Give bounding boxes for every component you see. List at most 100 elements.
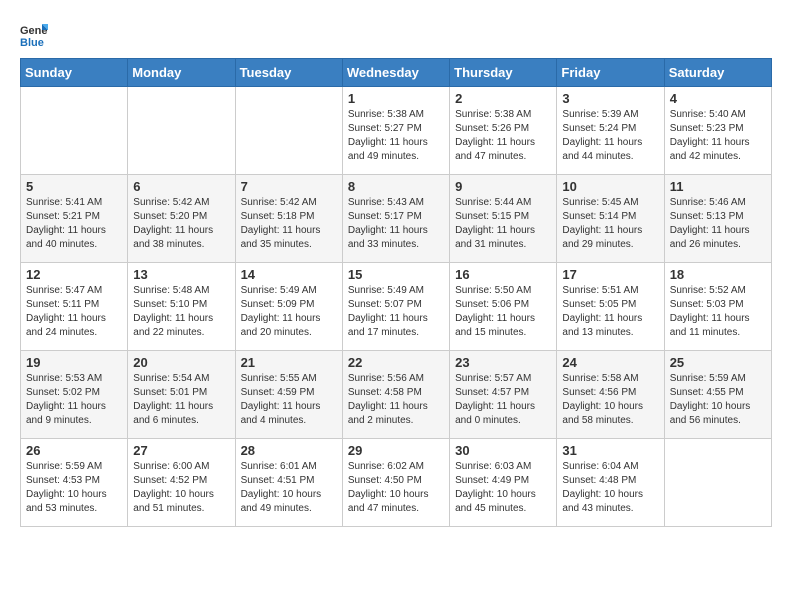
cell-content: Sunrise: 5:44 AM Sunset: 5:15 PM Dayligh…: [455, 196, 551, 252]
calendar-row-2: 12 Sunrise: 5:47 AM Sunset: 5:11 PM Dayli…: [21, 263, 772, 351]
cell-content: Sunrise: 5:38 AM Sunset: 5:26 PM Dayligh…: [455, 108, 551, 164]
cell-content: Sunrise: 6:02 AM Sunset: 4:50 PM Dayligh…: [348, 460, 444, 516]
calendar-cell: 5Sunrise: 5:41 AM Sunset: 5:21 PM Daylig…: [21, 175, 128, 263]
day-number: 20: [133, 355, 229, 370]
calendar-row-3: 19Sunrise: 5:53 AM Sunset: 5:02 PM Dayli…: [21, 351, 772, 439]
calendar-cell: 15Sunrise: 5:49 AM Sunset: 5:07 PM Dayli…: [342, 263, 449, 351]
day-number: 22: [348, 355, 444, 370]
cell-content: Sunrise: 5:41 AM Sunset: 5:21 PM Dayligh…: [26, 196, 122, 252]
cell-content: Sunrise: 5:43 AM Sunset: 5:17 PM Dayligh…: [348, 196, 444, 252]
day-number: 7: [241, 179, 337, 194]
calendar-cell: 3 Sunrise: 5:39 AM Sunset: 5:24 PM Daylig…: [557, 87, 664, 175]
calendar-cell: 12 Sunrise: 5:47 AM Sunset: 5:11 PM Dayli…: [21, 263, 128, 351]
day-number: 31: [562, 443, 658, 458]
calendar-cell: 24 Sunrise: 5:58 AM Sunset: 4:56 PM Dayli…: [557, 351, 664, 439]
day-number: 4: [670, 91, 766, 106]
cell-content: Sunrise: 6:00 AM Sunset: 4:52 PM Dayligh…: [133, 460, 229, 516]
calendar-cell: 4 Sunrise: 5:40 AM Sunset: 5:23 PM Daylig…: [664, 87, 771, 175]
cell-content: Sunrise: 5:59 AM Sunset: 4:53 PM Dayligh…: [26, 460, 122, 516]
cell-content: Sunrise: 6:04 AM Sunset: 4:48 PM Dayligh…: [562, 460, 658, 516]
logo-icon: General Blue: [20, 20, 48, 48]
cell-content: Sunrise: 5:39 AM Sunset: 5:24 PM Dayligh…: [562, 108, 658, 164]
cell-content: Sunrise: 5:55 AM Sunset: 4:59 PM Dayligh…: [241, 372, 337, 428]
logo: General Blue: [20, 20, 52, 48]
day-number: 29: [348, 443, 444, 458]
calendar-cell: 20 Sunrise: 5:54 AM Sunset: 5:01 PM Dayli…: [128, 351, 235, 439]
day-number: 11: [670, 179, 766, 194]
calendar-cell: [128, 87, 235, 175]
calendar-row-0: 1 Sunrise: 5:38 AM Sunset: 5:27 PM Daylig…: [21, 87, 772, 175]
weekday-header-thursday: Thursday: [450, 59, 557, 87]
cell-content: Sunrise: 5:58 AM Sunset: 4:56 PM Dayligh…: [562, 372, 658, 428]
calendar-cell: 13 Sunrise: 5:48 AM Sunset: 5:10 PM Dayli…: [128, 263, 235, 351]
day-number: 9: [455, 179, 551, 194]
calendar-cell: 8 Sunrise: 5:43 AM Sunset: 5:17 PM Daylig…: [342, 175, 449, 263]
cell-content: Sunrise: 5:51 AM Sunset: 5:05 PM Dayligh…: [562, 284, 658, 340]
cell-content: Sunrise: 5:49 AM Sunset: 5:07 PM Dayligh…: [348, 284, 444, 340]
weekday-header-sunday: Sunday: [21, 59, 128, 87]
day-number: 16: [455, 267, 551, 282]
cell-content: Sunrise: 5:57 AM Sunset: 4:57 PM Dayligh…: [455, 372, 551, 428]
day-number: 1: [348, 91, 444, 106]
calendar-cell: 2Sunrise: 5:38 AM Sunset: 5:26 PM Daylig…: [450, 87, 557, 175]
day-number: 25: [670, 355, 766, 370]
calendar-cell: 25 Sunrise: 5:59 AM Sunset: 4:55 PM Dayli…: [664, 351, 771, 439]
calendar-cell: 10Sunrise: 5:45 AM Sunset: 5:14 PM Dayli…: [557, 175, 664, 263]
calendar-cell: 11 Sunrise: 5:46 AM Sunset: 5:13 PM Dayli…: [664, 175, 771, 263]
day-number: 14: [241, 267, 337, 282]
calendar-row-4: 26Sunrise: 5:59 AM Sunset: 4:53 PM Dayli…: [21, 439, 772, 527]
cell-content: Sunrise: 5:54 AM Sunset: 5:01 PM Dayligh…: [133, 372, 229, 428]
calendar-cell: 16 Sunrise: 5:50 AM Sunset: 5:06 PM Dayli…: [450, 263, 557, 351]
cell-content: Sunrise: 5:42 AM Sunset: 5:20 PM Dayligh…: [133, 196, 229, 252]
cell-content: Sunrise: 5:42 AM Sunset: 5:18 PM Dayligh…: [241, 196, 337, 252]
weekday-header-monday: Monday: [128, 59, 235, 87]
calendar-cell: 19Sunrise: 5:53 AM Sunset: 5:02 PM Dayli…: [21, 351, 128, 439]
cell-content: Sunrise: 6:01 AM Sunset: 4:51 PM Dayligh…: [241, 460, 337, 516]
calendar-cell: 14 Sunrise: 5:49 AM Sunset: 5:09 PM Dayli…: [235, 263, 342, 351]
calendar-body: 1 Sunrise: 5:38 AM Sunset: 5:27 PM Daylig…: [21, 87, 772, 527]
calendar-cell: 29 Sunrise: 6:02 AM Sunset: 4:50 PM Dayli…: [342, 439, 449, 527]
cell-content: Sunrise: 5:59 AM Sunset: 4:55 PM Dayligh…: [670, 372, 766, 428]
calendar-cell: 21 Sunrise: 5:55 AM Sunset: 4:59 PM Dayli…: [235, 351, 342, 439]
calendar-cell: 22 Sunrise: 5:56 AM Sunset: 4:58 PM Dayli…: [342, 351, 449, 439]
calendar-cell: [235, 87, 342, 175]
day-number: 3: [562, 91, 658, 106]
day-number: 30: [455, 443, 551, 458]
calendar-cell: 6 Sunrise: 5:42 AM Sunset: 5:20 PM Daylig…: [128, 175, 235, 263]
cell-content: Sunrise: 5:48 AM Sunset: 5:10 PM Dayligh…: [133, 284, 229, 340]
calendar-cell: 9 Sunrise: 5:44 AM Sunset: 5:15 PM Daylig…: [450, 175, 557, 263]
svg-text:Blue: Blue: [20, 37, 44, 48]
calendar-cell: 27 Sunrise: 6:00 AM Sunset: 4:52 PM Dayli…: [128, 439, 235, 527]
cell-content: Sunrise: 5:47 AM Sunset: 5:11 PM Dayligh…: [26, 284, 122, 340]
day-number: 17: [562, 267, 658, 282]
weekday-header-wednesday: Wednesday: [342, 59, 449, 87]
header: General Blue: [20, 20, 772, 48]
weekday-header-saturday: Saturday: [664, 59, 771, 87]
calendar-cell: [21, 87, 128, 175]
day-number: 28: [241, 443, 337, 458]
cell-content: Sunrise: 5:38 AM Sunset: 5:27 PM Dayligh…: [348, 108, 444, 164]
cell-content: Sunrise: 5:49 AM Sunset: 5:09 PM Dayligh…: [241, 284, 337, 340]
cell-content: Sunrise: 5:46 AM Sunset: 5:13 PM Dayligh…: [670, 196, 766, 252]
weekday-header-row: SundayMondayTuesdayWednesdayThursdayFrid…: [21, 59, 772, 87]
calendar-cell: 23 Sunrise: 5:57 AM Sunset: 4:57 PM Dayli…: [450, 351, 557, 439]
cell-content: Sunrise: 5:50 AM Sunset: 5:06 PM Dayligh…: [455, 284, 551, 340]
day-number: 18: [670, 267, 766, 282]
day-number: 21: [241, 355, 337, 370]
calendar-cell: [664, 439, 771, 527]
calendar-cell: 18Sunrise: 5:52 AM Sunset: 5:03 PM Dayli…: [664, 263, 771, 351]
cell-content: Sunrise: 5:56 AM Sunset: 4:58 PM Dayligh…: [348, 372, 444, 428]
day-number: 12: [26, 267, 122, 282]
day-number: 13: [133, 267, 229, 282]
day-number: 24: [562, 355, 658, 370]
cell-content: Sunrise: 5:40 AM Sunset: 5:23 PM Dayligh…: [670, 108, 766, 164]
day-number: 6: [133, 179, 229, 194]
cell-content: Sunrise: 5:45 AM Sunset: 5:14 PM Dayligh…: [562, 196, 658, 252]
day-number: 8: [348, 179, 444, 194]
day-number: 27: [133, 443, 229, 458]
weekday-header-friday: Friday: [557, 59, 664, 87]
day-number: 23: [455, 355, 551, 370]
calendar-cell: 31 Sunrise: 6:04 AM Sunset: 4:48 PM Dayli…: [557, 439, 664, 527]
calendar-cell: 28 Sunrise: 6:01 AM Sunset: 4:51 PM Dayli…: [235, 439, 342, 527]
calendar-row-1: 5Sunrise: 5:41 AM Sunset: 5:21 PM Daylig…: [21, 175, 772, 263]
